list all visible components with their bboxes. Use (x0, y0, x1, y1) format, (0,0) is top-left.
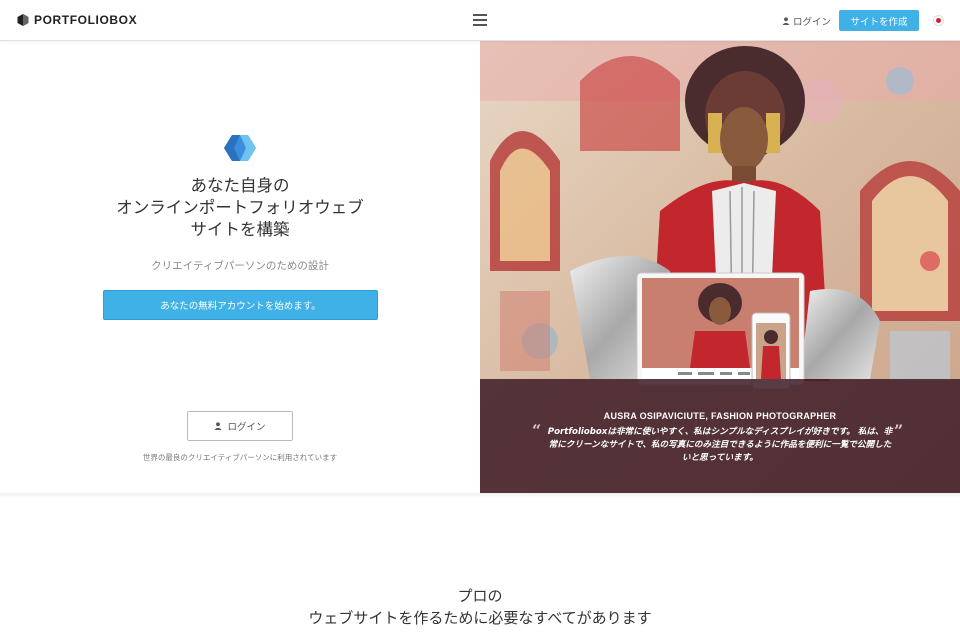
testimonial-author: AUSRA OSIPAVICIUTE, FASHION PHOTOGRAPHER (603, 411, 837, 421)
brand-name: PORTFOLIOBOX (34, 13, 138, 27)
header-login-link[interactable]: ログイン (782, 14, 831, 28)
open-quote-icon: “ (532, 421, 542, 440)
hero-shadow-divider (0, 493, 960, 499)
features-heading-line: プロの (457, 587, 503, 605)
menu-icon[interactable] (473, 14, 487, 26)
hero-login-label: ログイン (227, 422, 266, 433)
hero-intro-panel: あなた自身の オンラインポートフォリオウェブ サイトを構築 クリエイティブパーソ… (0, 41, 480, 493)
jp-flag-icon[interactable] (933, 15, 944, 26)
user-icon (214, 422, 222, 430)
portfoliobox-hex-icon (224, 135, 256, 161)
create-site-button[interactable]: サイトを作成 (839, 10, 919, 31)
top-header: PORTFOLIOBOX ログイン サイトを作成 (0, 0, 960, 41)
trusted-by-text: 世界の最良のクリエイティブパーソンに利用されています (142, 453, 338, 462)
close-quote-icon: ” (894, 421, 904, 440)
testimonial-quote: Portfolioboxは非常に使いやすく、私はシンプルなディスプレイが好きです… (547, 427, 893, 463)
header-login-label: ログイン (793, 17, 832, 28)
hero-title-line: あなた自身の (190, 176, 290, 195)
hero-login-button[interactable]: ログイン (187, 411, 293, 441)
hero-showcase-image: AUSRA OSIPAVICIUTE, FASHION PHOTOGRAPHER… (480, 41, 960, 493)
hero-title-line: オンラインポートフォリオウェブ (116, 198, 364, 217)
brand-logo[interactable]: PORTFOLIOBOX (17, 13, 137, 27)
testimonial-overlay: AUSRA OSIPAVICIUTE, FASHION PHOTOGRAPHER… (480, 379, 960, 493)
hero-subtitle: クリエイティブパーソンのための設計 (151, 260, 329, 272)
hero-title: あなた自身の オンラインポートフォリオウェブ サイトを構築 (60, 175, 420, 241)
features-heading-line: ウェブサイトを作るために必要なすべてがあります (308, 609, 652, 627)
features-heading: プロの ウェブサイトを作るために必要なすべてがあります (230, 585, 730, 629)
portfoliobox-logo-icon (17, 14, 29, 26)
user-icon (782, 17, 790, 25)
hero-title-line: サイトを構築 (190, 220, 290, 239)
start-free-account-button[interactable]: あなたの無料アカウントを始めます。 (103, 290, 378, 320)
